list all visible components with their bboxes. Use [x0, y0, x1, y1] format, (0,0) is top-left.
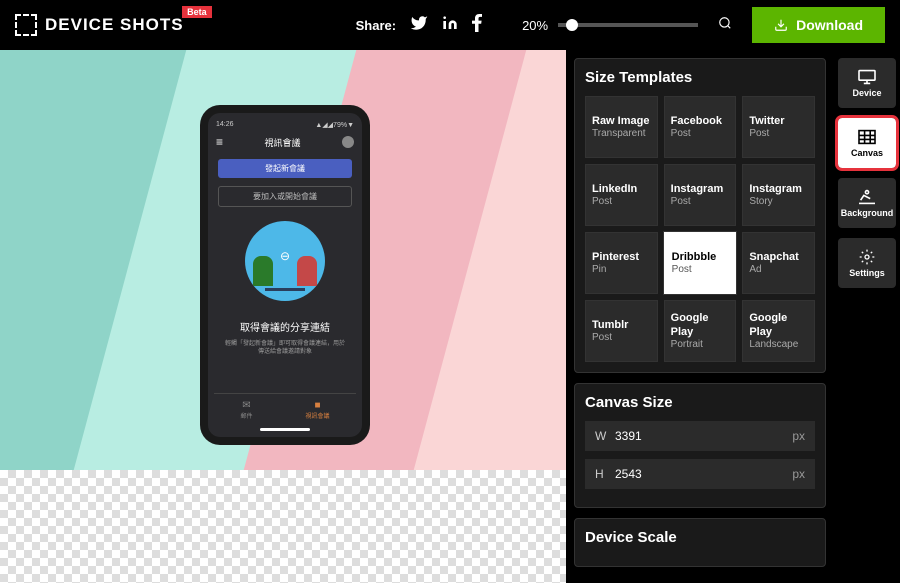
tile-title: Google Play	[749, 312, 808, 338]
download-label: Download	[796, 17, 863, 33]
download-icon	[774, 18, 788, 32]
size-templates-section: Size Templates Raw ImageTransparentFaceb…	[574, 58, 826, 373]
share-label: Share:	[356, 18, 396, 33]
tile-title: Pinterest	[592, 251, 651, 264]
download-button[interactable]: Download	[752, 7, 885, 43]
tile-title: Facebook	[671, 115, 730, 128]
tile-sub: Post	[592, 196, 651, 207]
template-tile[interactable]: LinkedInPost	[585, 164, 658, 226]
template-tile[interactable]: Google PlayPortrait	[664, 300, 737, 362]
template-tile[interactable]: DribbblePost	[664, 232, 737, 294]
right-tabs: Device Canvas Background Settings	[834, 50, 900, 583]
tile-sub: Pin	[592, 264, 651, 275]
beta-badge: Beta	[182, 6, 212, 18]
height-unit: px	[792, 467, 805, 481]
canvas-area: 14:26▲◢◢79%▼ ≡視訊會議 發起新會議 要加入或開始會議 ⊖ 取得會議…	[0, 50, 566, 583]
zoom-value: 20%	[522, 18, 548, 33]
linkedin-icon[interactable]	[442, 15, 458, 36]
facebook-icon[interactable]	[472, 14, 482, 37]
width-row: W px	[585, 421, 815, 451]
side-panel: Size Templates Raw ImageTransparentFaceb…	[566, 50, 834, 583]
checker-area	[0, 470, 566, 583]
background-icon	[857, 189, 877, 205]
tile-sub: Post	[672, 264, 729, 275]
template-tile[interactable]: SnapchatAd	[742, 232, 815, 294]
width-label: W	[595, 429, 615, 443]
twitter-icon[interactable]	[410, 14, 428, 37]
tab-canvas[interactable]: Canvas	[838, 118, 896, 168]
tile-title: LinkedIn	[592, 183, 651, 196]
share-area: Share:	[356, 14, 482, 37]
search-icon[interactable]	[718, 16, 732, 35]
height-input[interactable]	[615, 467, 792, 481]
device-icon	[857, 69, 877, 85]
tile-sub: Post	[749, 128, 808, 139]
logo-icon	[15, 14, 37, 36]
tile-sub: Post	[671, 128, 730, 139]
templates-title: Size Templates	[585, 69, 815, 86]
canvas-size-title: Canvas Size	[585, 394, 815, 411]
tile-title: Raw Image	[592, 115, 651, 128]
tile-title: Google Play	[671, 312, 730, 338]
tab-device[interactable]: Device	[838, 58, 896, 108]
tile-title: Snapchat	[749, 251, 808, 264]
zoom-control: 20%	[522, 18, 698, 33]
tile-title: Dribbble	[672, 251, 729, 264]
height-row: H px	[585, 459, 815, 489]
app-name: DEVICE SHOTS	[45, 15, 184, 35]
device-scale-title: Device Scale	[585, 529, 815, 546]
canvas-size-section: Canvas Size W px H px	[574, 383, 826, 508]
tile-sub: Post	[592, 332, 651, 343]
template-tile[interactable]: InstagramStory	[742, 164, 815, 226]
header: DEVICE SHOTS Beta Share: 20% Download	[0, 0, 900, 50]
tile-sub: Portrait	[671, 339, 730, 350]
template-tile[interactable]: TumblrPost	[585, 300, 658, 362]
tile-title: Tumblr	[592, 319, 651, 332]
tile-sub: Ad	[749, 264, 808, 275]
device-preview[interactable]: 14:26▲◢◢79%▼ ≡視訊會議 發起新會議 要加入或開始會議 ⊖ 取得會議…	[0, 50, 566, 470]
template-tile[interactable]: TwitterPost	[742, 96, 815, 158]
template-tile[interactable]: Raw ImageTransparent	[585, 96, 658, 158]
tile-title: Twitter	[749, 115, 808, 128]
tile-title: Instagram	[671, 183, 730, 196]
tile-sub: Story	[749, 196, 808, 207]
slider-thumb[interactable]	[566, 19, 578, 31]
width-unit: px	[792, 429, 805, 443]
device-scale-section: Device Scale	[574, 518, 826, 567]
template-tile[interactable]: InstagramPost	[664, 164, 737, 226]
tile-sub: Post	[671, 196, 730, 207]
logo[interactable]: DEVICE SHOTS Beta	[15, 14, 184, 36]
tab-background[interactable]: Background	[838, 178, 896, 228]
height-label: H	[595, 467, 615, 481]
template-tile[interactable]: FacebookPost	[664, 96, 737, 158]
gear-icon	[857, 249, 877, 265]
tile-sub: Transparent	[592, 128, 651, 139]
tab-settings[interactable]: Settings	[838, 238, 896, 288]
phone-mockup: 14:26▲◢◢79%▼ ≡視訊會議 發起新會議 要加入或開始會議 ⊖ 取得會議…	[200, 105, 370, 445]
tile-title: Instagram	[749, 183, 808, 196]
width-input[interactable]	[615, 429, 792, 443]
grid-icon	[857, 129, 877, 145]
template-tile[interactable]: Google PlayLandscape	[742, 300, 815, 362]
zoom-slider[interactable]	[558, 23, 698, 27]
tile-sub: Landscape	[749, 339, 808, 350]
template-tile[interactable]: PinterestPin	[585, 232, 658, 294]
